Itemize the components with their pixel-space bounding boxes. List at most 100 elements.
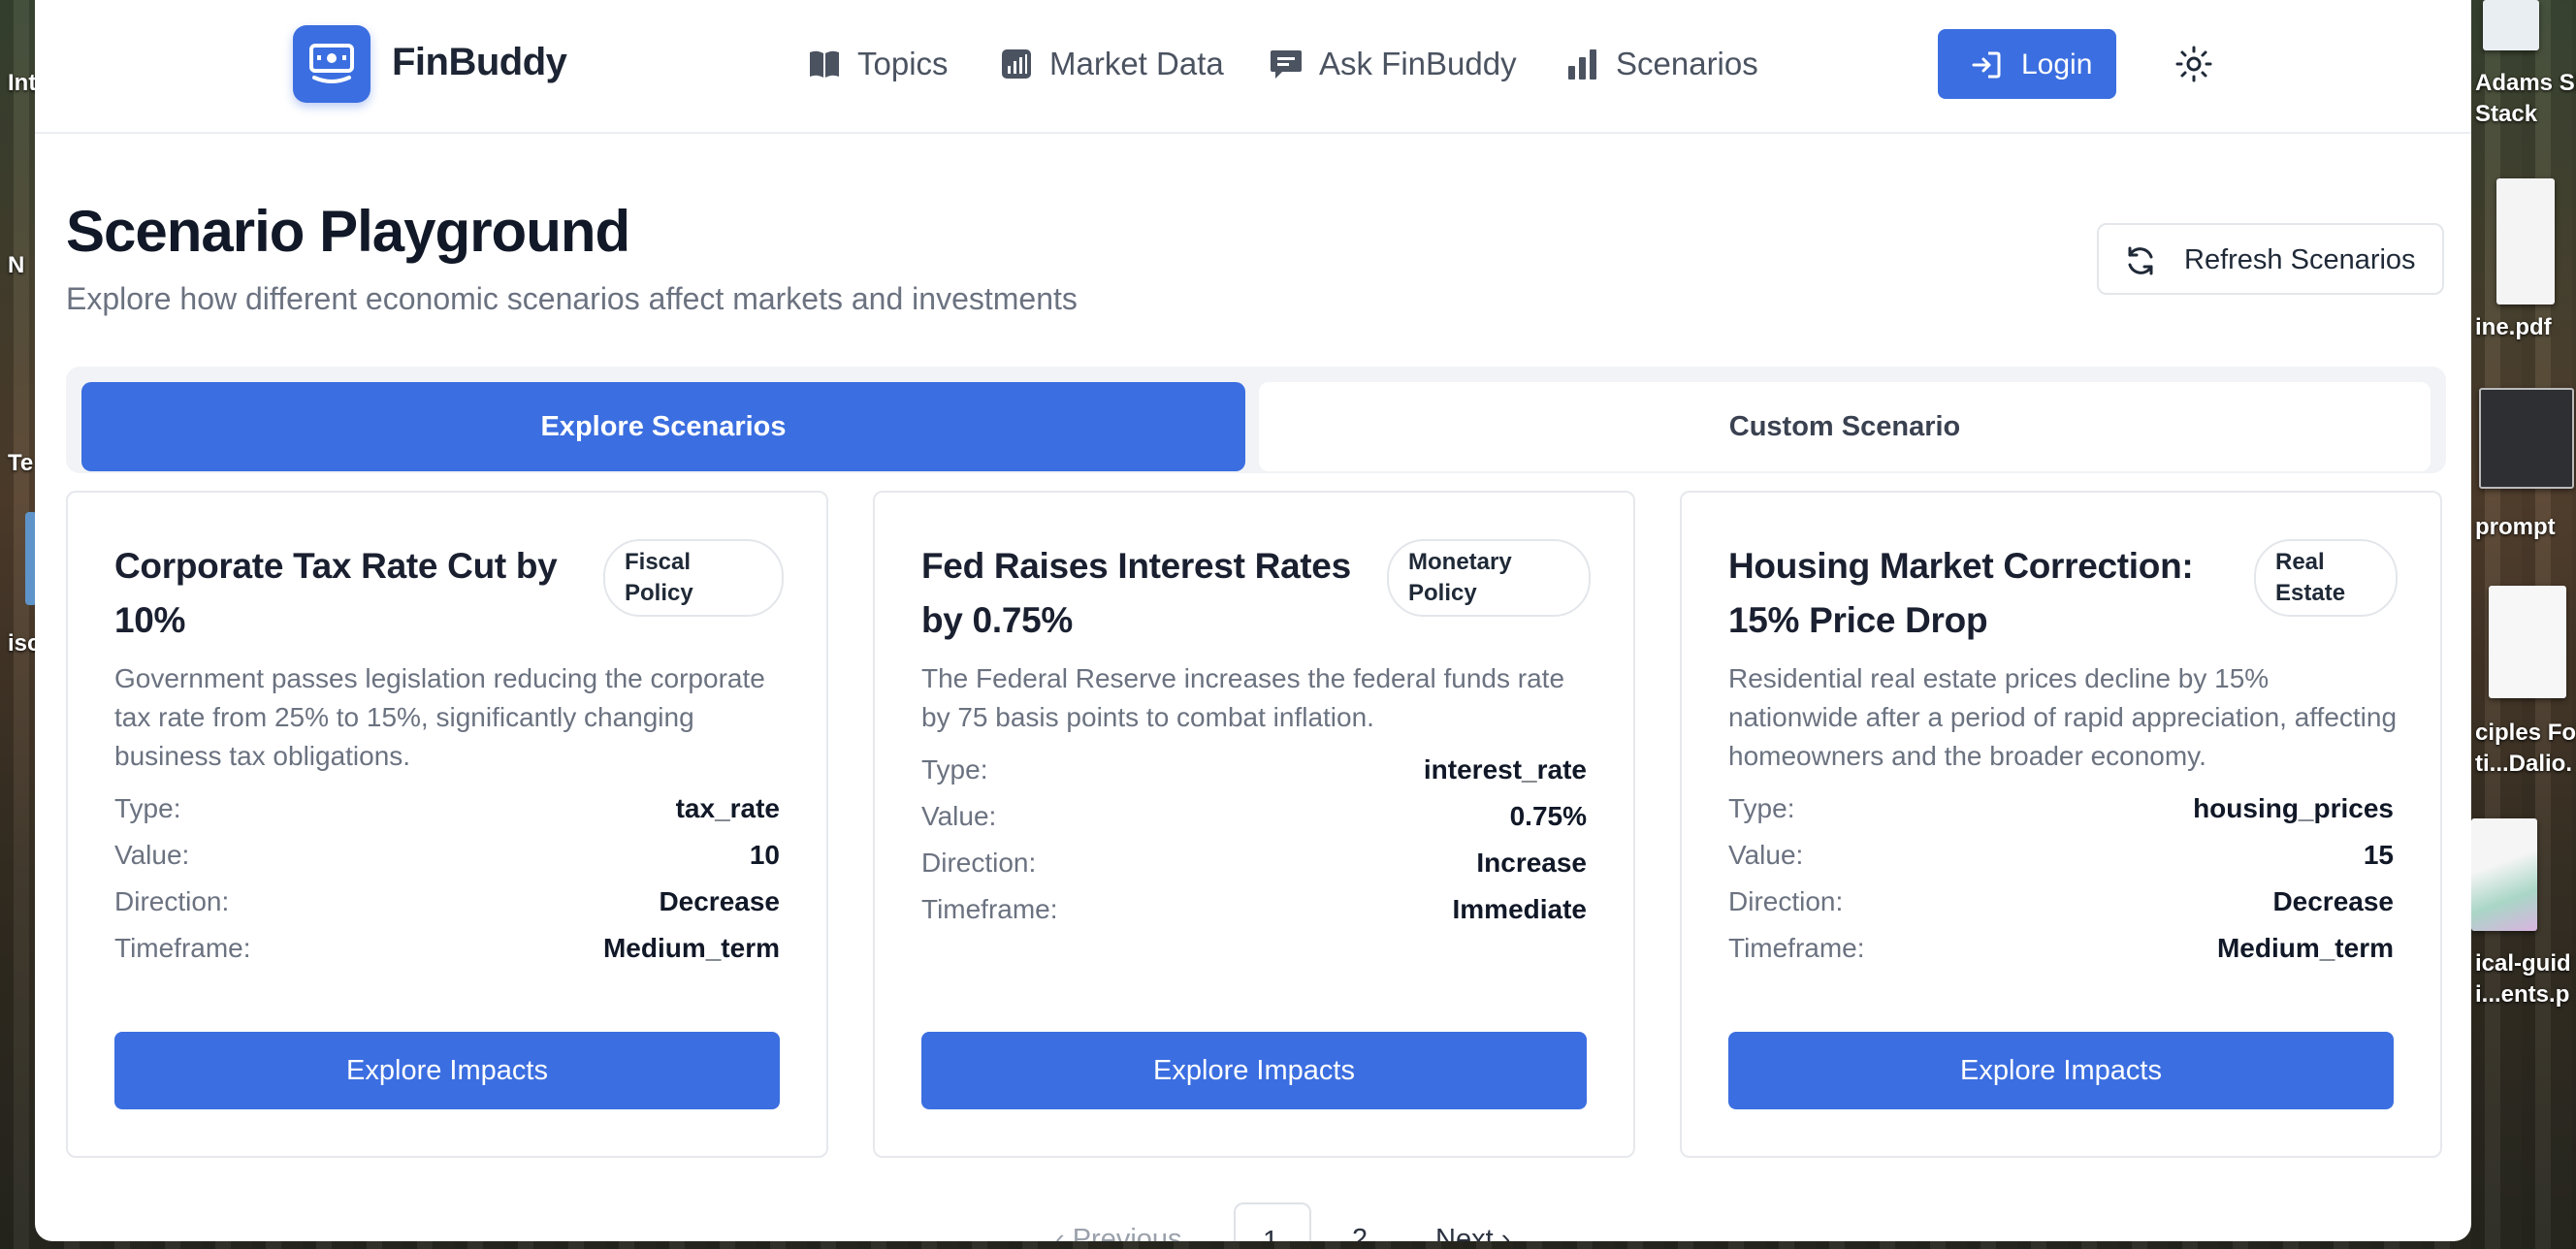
type-label: Type: bbox=[921, 754, 988, 785]
file-name: prompt bbox=[2475, 514, 2556, 540]
type-value: tax_rate bbox=[675, 793, 780, 823]
login-label: Login bbox=[2021, 48, 2093, 80]
scenario-title: Corporate Tax Rate Cut by 10% bbox=[114, 546, 558, 640]
file-name: ine.pdf bbox=[2475, 314, 2552, 340]
value-value: 15 bbox=[2363, 840, 2394, 870]
value-value: 10 bbox=[749, 840, 780, 870]
type-label: Type: bbox=[114, 793, 181, 823]
direction-value: Decrease bbox=[2272, 886, 2394, 916]
type-value: housing_prices bbox=[2193, 793, 2394, 823]
page-number: 1 bbox=[1263, 1226, 1279, 1241]
category-badge: Fiscal Policy bbox=[603, 539, 784, 617]
type-value: interest_rate bbox=[1423, 754, 1587, 785]
direction-label: Direction: bbox=[114, 886, 230, 916]
book-icon bbox=[807, 47, 842, 81]
timeframe-value: Immediate bbox=[1452, 894, 1588, 924]
value-value: 0.75% bbox=[1509, 801, 1587, 831]
nav-topics-label: Topics bbox=[857, 46, 949, 81]
scenario-card: Fed Raises Interest Rates by 0.75% Monet… bbox=[873, 491, 1635, 1158]
value-label: Value: bbox=[921, 801, 997, 831]
scenario-card: Corporate Tax Rate Cut by 10% Fiscal Pol… bbox=[66, 491, 828, 1158]
nav-scenarios-label: Scenarios bbox=[1616, 46, 1758, 81]
file-thumbnail bbox=[2496, 178, 2555, 304]
chart-box-icon bbox=[999, 47, 1034, 81]
timeframe-value: Medium_term bbox=[602, 933, 780, 963]
previous-page-button[interactable]: ‹ Previous bbox=[1055, 1224, 1182, 1241]
refresh-label: Refresh Scenarios bbox=[2184, 244, 2416, 275]
detail-row-timeframe: Timeframe: Immediate bbox=[921, 894, 1587, 933]
top-navbar: FinBuddy Topics Market Data Ask FinBuddy… bbox=[35, 0, 2471, 134]
bar-chart-icon bbox=[1565, 47, 1600, 81]
page-title: Scenario Playground bbox=[66, 199, 630, 264]
file-name: i...ents.p bbox=[2475, 981, 2570, 1008]
type-label: Type: bbox=[1728, 793, 1795, 823]
timeframe-label: Timeframe: bbox=[1728, 933, 1865, 963]
nav-ask-finbuddy[interactable]: Ask FinBuddy bbox=[1269, 43, 1517, 85]
nav-topics[interactable]: Topics bbox=[807, 43, 949, 85]
direction-label: Direction: bbox=[921, 848, 1037, 878]
nav-scenarios[interactable]: Scenarios bbox=[1565, 43, 1758, 85]
file-thumbnail bbox=[2483, 0, 2539, 50]
detail-row-type: Type: housing_prices bbox=[1728, 793, 2394, 832]
category-badge: Real Estate bbox=[2254, 539, 2398, 617]
scenario-title: Fed Raises Interest Rates by 0.75% bbox=[921, 546, 1351, 640]
refresh-icon bbox=[2124, 244, 2157, 285]
sun-icon[interactable] bbox=[2174, 45, 2213, 83]
scenario-card: Housing Market Correction: 15% Price Dro… bbox=[1680, 491, 2442, 1158]
scenario-description: The Federal Reserve increases the federa… bbox=[921, 663, 1565, 732]
nav-market-data[interactable]: Market Data bbox=[999, 43, 1224, 85]
tab-explore-scenarios[interactable]: Explore Scenarios bbox=[81, 382, 1245, 471]
next-label: Next bbox=[1435, 1224, 1494, 1241]
nav-market-data-label: Market Data bbox=[1049, 46, 1224, 81]
file-name: Adams Sk bbox=[2475, 70, 2576, 96]
desktop-right-icons: Adams Sk Stack ine.pdf prompt ciples Fo … bbox=[2471, 0, 2576, 1249]
previous-label: Previous bbox=[1072, 1224, 1182, 1241]
timeframe-value: Medium_term bbox=[2216, 933, 2394, 963]
file-thumbnail bbox=[2489, 586, 2566, 698]
refresh-scenarios-button[interactable]: Refresh Scenarios bbox=[2097, 223, 2444, 295]
desktop-label[interactable]: N bbox=[8, 252, 24, 279]
desktop-left-strip: Int N Te isc bbox=[0, 0, 40, 1249]
file-thumbnail bbox=[2479, 388, 2574, 489]
detail-row-value: Value: 0.75% bbox=[921, 801, 1587, 840]
detail-row-direction: Direction: Increase bbox=[921, 848, 1587, 886]
login-button[interactable]: Login bbox=[1938, 29, 2116, 99]
scenario-tabs: Explore Scenarios Custom Scenario bbox=[66, 367, 2446, 473]
category-badge: Monetary Policy bbox=[1387, 539, 1591, 617]
file-name: ti...Dalio. bbox=[2475, 751, 2573, 777]
finbuddy-logo-icon[interactable] bbox=[293, 25, 370, 103]
detail-row-direction: Direction: Decrease bbox=[114, 886, 780, 925]
page-button[interactable]: 2 bbox=[1352, 1224, 1368, 1241]
timeframe-label: Timeframe: bbox=[921, 894, 1058, 924]
tab-custom-scenario[interactable]: Custom Scenario bbox=[1259, 382, 2431, 471]
explore-impacts-button[interactable]: Explore Impacts bbox=[1728, 1032, 2394, 1109]
page-subtitle: Explore how different economic scenarios… bbox=[66, 281, 1078, 316]
login-arrow-icon bbox=[1971, 50, 2002, 87]
scenario-title: Housing Market Correction: 15% Price Dro… bbox=[1728, 546, 2194, 640]
desktop-label[interactable]: Te bbox=[8, 450, 33, 477]
explore-impacts-button[interactable]: Explore Impacts bbox=[114, 1032, 780, 1109]
chat-bubble-icon bbox=[1269, 47, 1304, 81]
detail-row-direction: Direction: Decrease bbox=[1728, 886, 2394, 925]
file-name: ciples Fo bbox=[2475, 720, 2576, 746]
file-name: ical-guid bbox=[2475, 950, 2571, 977]
file-thumbnail bbox=[2471, 818, 2537, 931]
nav-ask-finbuddy-label: Ask FinBuddy bbox=[1319, 46, 1517, 81]
explore-impacts-button[interactable]: Explore Impacts bbox=[921, 1032, 1587, 1109]
detail-row-timeframe: Timeframe: Medium_term bbox=[1728, 933, 2394, 972]
direction-value: Increase bbox=[1476, 848, 1587, 878]
brand-name[interactable]: FinBuddy bbox=[392, 41, 567, 84]
file-name: Stack bbox=[2475, 101, 2538, 127]
app-window: FinBuddy Topics Market Data Ask FinBuddy… bbox=[35, 0, 2471, 1241]
page-button-current[interactable]: 1 bbox=[1234, 1202, 1311, 1241]
desktop-label[interactable]: Int bbox=[8, 70, 36, 97]
detail-row-value: Value: 15 bbox=[1728, 840, 2394, 879]
next-page-button[interactable]: Next › bbox=[1435, 1224, 1510, 1241]
direction-value: Decrease bbox=[659, 886, 780, 916]
detail-row-type: Type: tax_rate bbox=[114, 793, 780, 832]
detail-row-type: Type: interest_rate bbox=[921, 754, 1587, 793]
value-label: Value: bbox=[114, 840, 190, 870]
detail-row-timeframe: Timeframe: Medium_term bbox=[114, 933, 780, 972]
pagination: ‹ Previous 1 2 Next › bbox=[791, 1181, 1664, 1241]
value-label: Value: bbox=[1728, 840, 1804, 870]
